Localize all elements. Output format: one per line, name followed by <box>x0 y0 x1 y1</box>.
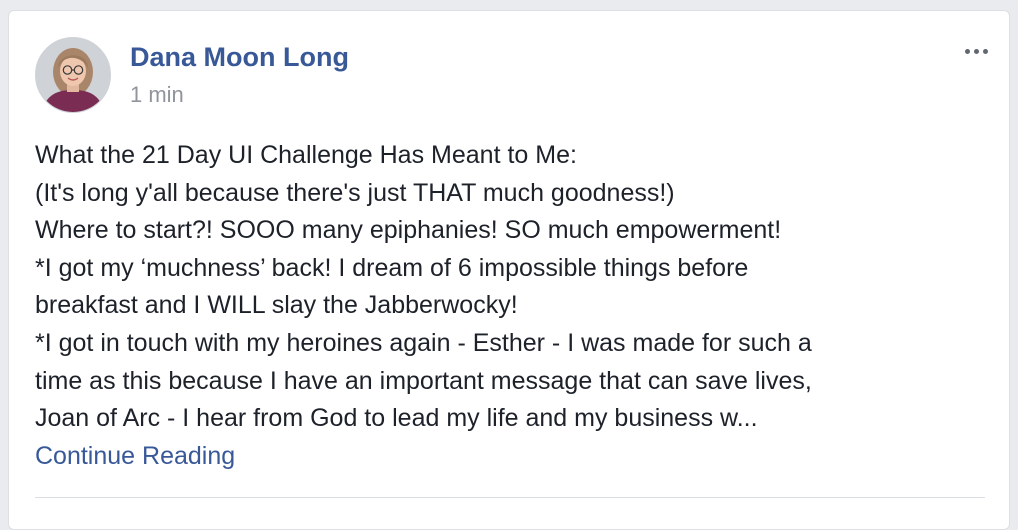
post-card: Dana Moon Long 1 min What the 21 Day UI … <box>8 10 1010 530</box>
post-text-line: *I got in touch with my heroines again -… <box>35 328 812 357</box>
post-text-line: What the 21 Day UI Challenge Has Meant t… <box>35 141 577 169</box>
post-text-line: time as this because I have an important… <box>35 366 812 395</box>
post-text-line: Where to start?! SOOO many epiphanies! S… <box>35 216 782 245</box>
author-avatar[interactable] <box>35 37 111 113</box>
more-horizontal-icon <box>982 48 988 54</box>
post-text-line: Joan of Arc - I hear from God to lead my… <box>35 404 758 433</box>
author-name-link[interactable]: Dana Moon Long <box>130 41 349 73</box>
divider <box>35 497 985 498</box>
more-horizontal-icon <box>964 48 970 54</box>
more-horizontal-icon <box>973 48 979 54</box>
post-text: What the 21 Day UI Challenge Has Meant t… <box>35 137 995 475</box>
avatar-photo-icon <box>36 38 110 112</box>
post-timestamp-link[interactable]: 1 min <box>130 81 184 109</box>
post-text-line: breakfast and I WILL slay the Jabberwock… <box>35 291 518 320</box>
continue-reading-link[interactable]: Continue Reading <box>35 438 235 476</box>
post-text-line: (It's long y'all because there's just TH… <box>35 178 675 207</box>
more-options-button[interactable] <box>961 41 991 61</box>
post-text-line: *I got my ‘muchness’ back! I dream of 6 … <box>35 253 749 282</box>
